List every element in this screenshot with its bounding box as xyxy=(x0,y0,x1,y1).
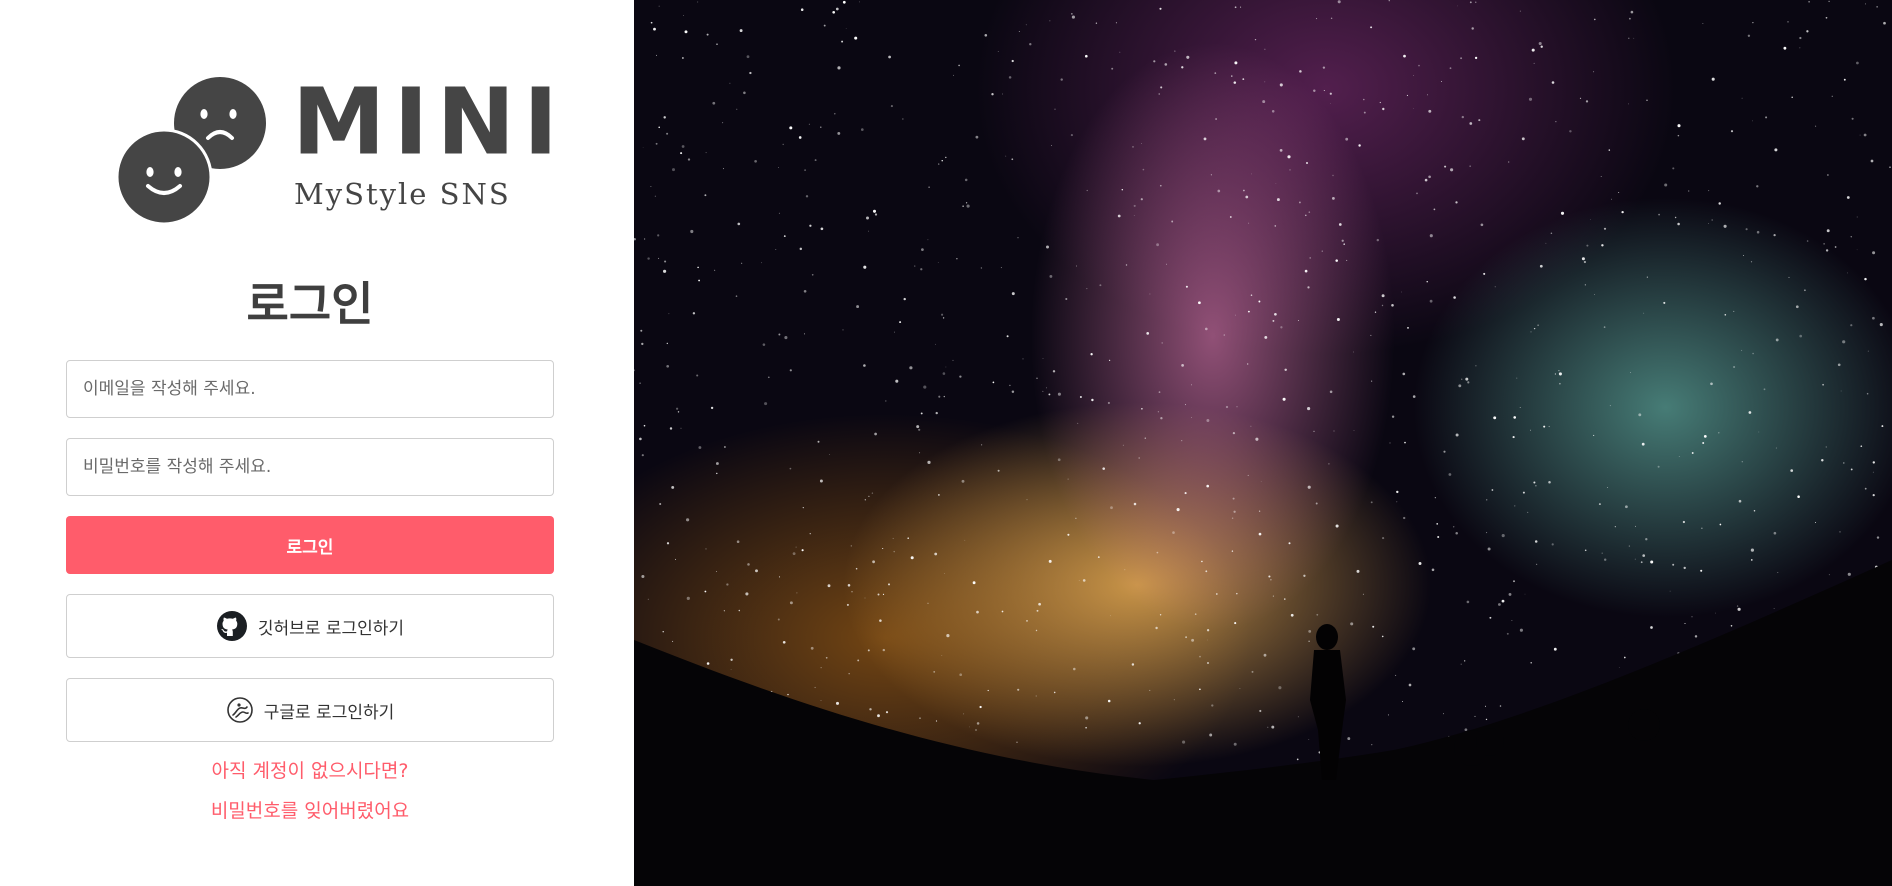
google-button-label: 구글로 로그인하기 xyxy=(263,702,395,723)
forgot-password-link[interactable]: 비밀번호를 잊어버렸어요 xyxy=(0,802,620,821)
brand-name: MINI xyxy=(292,69,567,176)
github-button-label: 깃허브로 로그인하기 xyxy=(257,618,405,639)
hill-silhouette xyxy=(634,560,1892,886)
github-login-button[interactable]: 깃허브로 로그인하기 xyxy=(66,594,554,658)
hero-scene xyxy=(634,0,1892,886)
google-login-button[interactable]: 구글로 로그인하기 xyxy=(66,678,554,742)
login-button-label: 로그인 xyxy=(286,537,334,558)
brand-tagline: MyStyle SNS xyxy=(294,177,511,211)
email-field[interactable] xyxy=(66,360,554,418)
faces-logo-icon xyxy=(116,77,266,226)
google-icon xyxy=(226,696,254,724)
person-silhouette xyxy=(1310,624,1346,780)
login-button[interactable]: 로그인 xyxy=(66,516,554,574)
password-field[interactable] xyxy=(66,438,554,496)
page-title: 로그인 xyxy=(246,277,374,331)
github-icon xyxy=(216,610,248,642)
night-sky-hero-image xyxy=(634,0,1892,886)
login-panel: MINI MyStyle SNS 로그인 로그인 깃허브로 로그인하기 구글로 … xyxy=(0,0,634,886)
brand-logo: MINI MyStyle SNS xyxy=(116,76,558,228)
signup-link[interactable]: 아직 계정이 없으시다면? xyxy=(0,762,620,781)
